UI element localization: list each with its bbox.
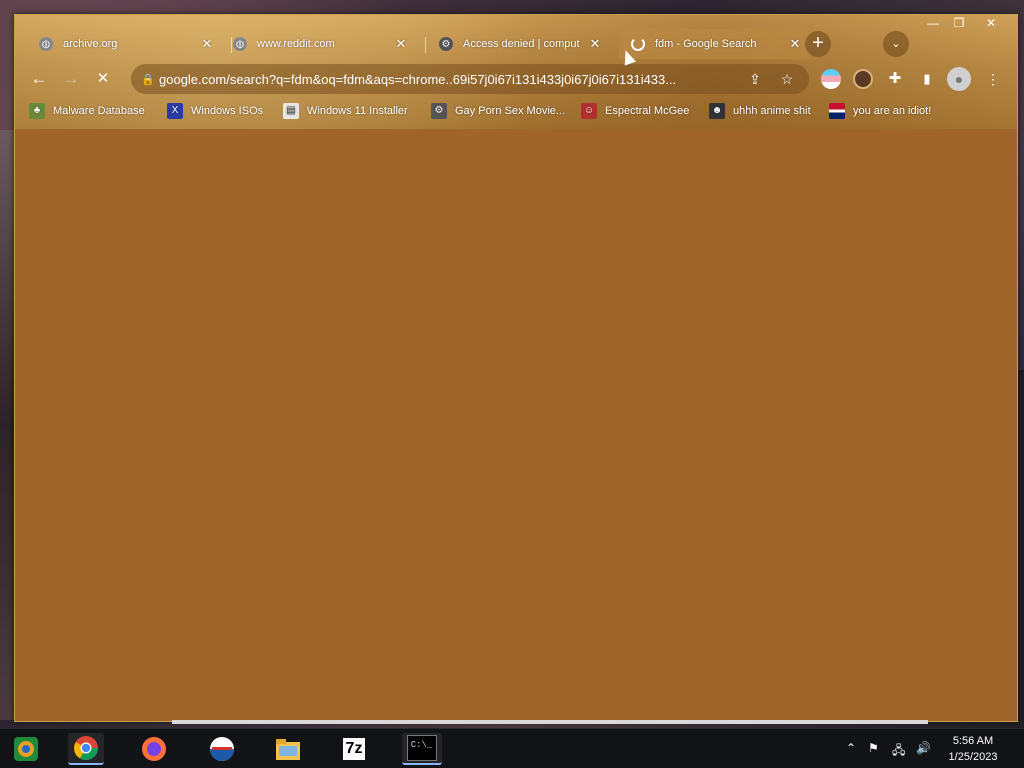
leaf-icon: ♣ bbox=[29, 103, 45, 119]
tab-archive[interactable]: ◍ archive.org ✕ bbox=[27, 29, 223, 59]
extensions-puzzle-icon[interactable]: ✚ bbox=[885, 69, 905, 89]
clock-date: 1/25/2023 bbox=[948, 751, 998, 763]
browser-window: — ❐ ✕ ◍ archive.org ✕ ◍ www.reddit.com ✕… bbox=[14, 14, 1018, 722]
system-clock[interactable]: 5:56 AM 1/25/2023 bbox=[938, 733, 1008, 765]
bookmark-you-are-an-idiot[interactable]: you are an idiot! bbox=[829, 101, 931, 121]
extension-flag-icon[interactable] bbox=[821, 69, 841, 89]
bookmark-label: you are an idiot! bbox=[853, 105, 932, 117]
clock-time: 5:56 AM bbox=[952, 735, 994, 747]
address-bar[interactable]: 🔒 google.com/search?q=fdm&oq=fdm&aqs=chr… bbox=[131, 64, 809, 94]
shield-icon: ⚙ bbox=[439, 37, 453, 51]
bookmarks-bar: ♣ Malware Database X Windows ISOs ▤ Wind… bbox=[15, 99, 1017, 123]
bookmark-label: Gay Porn Sex Movie... bbox=[455, 105, 566, 117]
lock-icon: 🔒 bbox=[141, 73, 155, 86]
extension-avatar-icon[interactable] bbox=[853, 69, 873, 89]
tab-title: Access denied | comput bbox=[463, 38, 580, 50]
tab-title: www.reddit.com bbox=[257, 38, 335, 50]
horizontal-scrollbar[interactable] bbox=[172, 720, 928, 724]
page-content-area[interactable] bbox=[15, 129, 1017, 721]
menu-kebab-icon[interactable]: ⋮ bbox=[983, 69, 1003, 89]
stop-loading-button[interactable]: ✕ bbox=[91, 67, 115, 91]
tab-search-button[interactable]: ⌄ bbox=[883, 31, 909, 57]
bookmark-malware-database[interactable]: ♣ Malware Database bbox=[29, 101, 145, 121]
bookmark-label: Windows 11 Installer bbox=[307, 105, 408, 117]
bookmark-windows-11-installer[interactable]: ▤ Windows 11 Installer bbox=[283, 101, 408, 121]
browser-frame: — ❐ ✕ ◍ archive.org ✕ ◍ www.reddit.com ✕… bbox=[15, 15, 1017, 129]
firefox-icon[interactable] bbox=[136, 733, 172, 765]
share-icon[interactable]: ⇪ bbox=[743, 67, 767, 91]
close-tab-icon[interactable]: ✕ bbox=[587, 36, 603, 52]
bookmark-anime[interactable]: ☻ uhhh anime shit bbox=[709, 101, 811, 121]
cmd-label: C:\_ bbox=[406, 735, 438, 761]
loading-icon bbox=[631, 37, 645, 51]
x-icon: X bbox=[167, 103, 183, 119]
bookmark-star-icon[interactable]: ☆ bbox=[775, 67, 799, 91]
bookmark-windows-isos[interactable]: X Windows ISOs bbox=[167, 101, 263, 121]
close-tab-icon[interactable]: ✕ bbox=[787, 36, 803, 52]
url-text[interactable]: google.com/search?q=fdm&oq=fdm&aqs=chrom… bbox=[159, 72, 747, 87]
close-tab-icon[interactable]: ✕ bbox=[199, 36, 215, 52]
face-icon: ☺ bbox=[581, 103, 597, 119]
side-panel-icon[interactable]: ▮ bbox=[917, 69, 937, 89]
bookmark-label: Espectral McGee bbox=[605, 105, 690, 117]
network-icon[interactable]: 🖧 bbox=[892, 741, 905, 762]
7zip-label: 7z bbox=[342, 738, 366, 760]
7zip-icon[interactable]: 7z bbox=[336, 733, 372, 765]
forward-button[interactable]: → bbox=[59, 67, 83, 91]
globe-icon: ◍ bbox=[39, 37, 53, 51]
cmd-icon[interactable]: C:\_ bbox=[402, 733, 442, 765]
tab-access-denied[interactable]: ⚙ Access denied | comput ✕ bbox=[427, 29, 611, 59]
bookmark-gay-porn[interactable]: ⚙ Gay Porn Sex Movie... bbox=[431, 101, 565, 121]
show-hidden-icons[interactable]: ⌃ bbox=[846, 741, 856, 755]
tab-separator bbox=[425, 37, 426, 53]
taskbar: 7z C:\_ ⌃ ⚑ 🖧 🔊 5:56 AM 1/25/2023 bbox=[0, 728, 1024, 768]
page-icon: ▤ bbox=[283, 103, 299, 119]
volume-icon[interactable]: 🔊 bbox=[916, 741, 931, 755]
tab-google-search[interactable]: fdm - Google Search ✕ bbox=[619, 29, 811, 59]
action-center-flag-icon[interactable]: ⚑ bbox=[868, 741, 879, 755]
profile-icon[interactable]: ● bbox=[947, 67, 971, 91]
close-tab-icon[interactable]: ✕ bbox=[393, 36, 409, 52]
anime-icon: ☻ bbox=[709, 103, 725, 119]
start-icon[interactable] bbox=[8, 733, 44, 765]
bookmark-label: Malware Database bbox=[53, 105, 145, 117]
bookmark-espectral-mcgee[interactable]: ☺ Espectral McGee bbox=[581, 101, 689, 121]
tab-title: fdm - Google Search bbox=[655, 38, 757, 50]
outlook-icon[interactable] bbox=[204, 733, 240, 765]
file-explorer-icon[interactable] bbox=[270, 733, 306, 765]
flag-icon bbox=[829, 103, 845, 119]
desktop-edge bbox=[0, 130, 14, 720]
bookmark-label: Windows ISOs bbox=[191, 105, 264, 117]
tab-strip: ◍ archive.org ✕ ◍ www.reddit.com ✕ ⚙ Acc… bbox=[27, 29, 1017, 59]
back-button[interactable]: ← bbox=[27, 67, 51, 91]
tab-reddit[interactable]: ◍ www.reddit.com ✕ bbox=[221, 29, 417, 59]
chrome-icon[interactable] bbox=[68, 733, 104, 765]
globe-icon: ◍ bbox=[233, 37, 247, 51]
bookmark-label: uhhh anime shit bbox=[733, 105, 811, 117]
toolbar: ← → ✕ 🔒 google.com/search?q=fdm&oq=fdm&a… bbox=[15, 63, 1017, 95]
gear-icon: ⚙ bbox=[431, 103, 447, 119]
tab-title: archive.org bbox=[63, 38, 118, 50]
new-tab-button[interactable]: + bbox=[805, 31, 831, 57]
